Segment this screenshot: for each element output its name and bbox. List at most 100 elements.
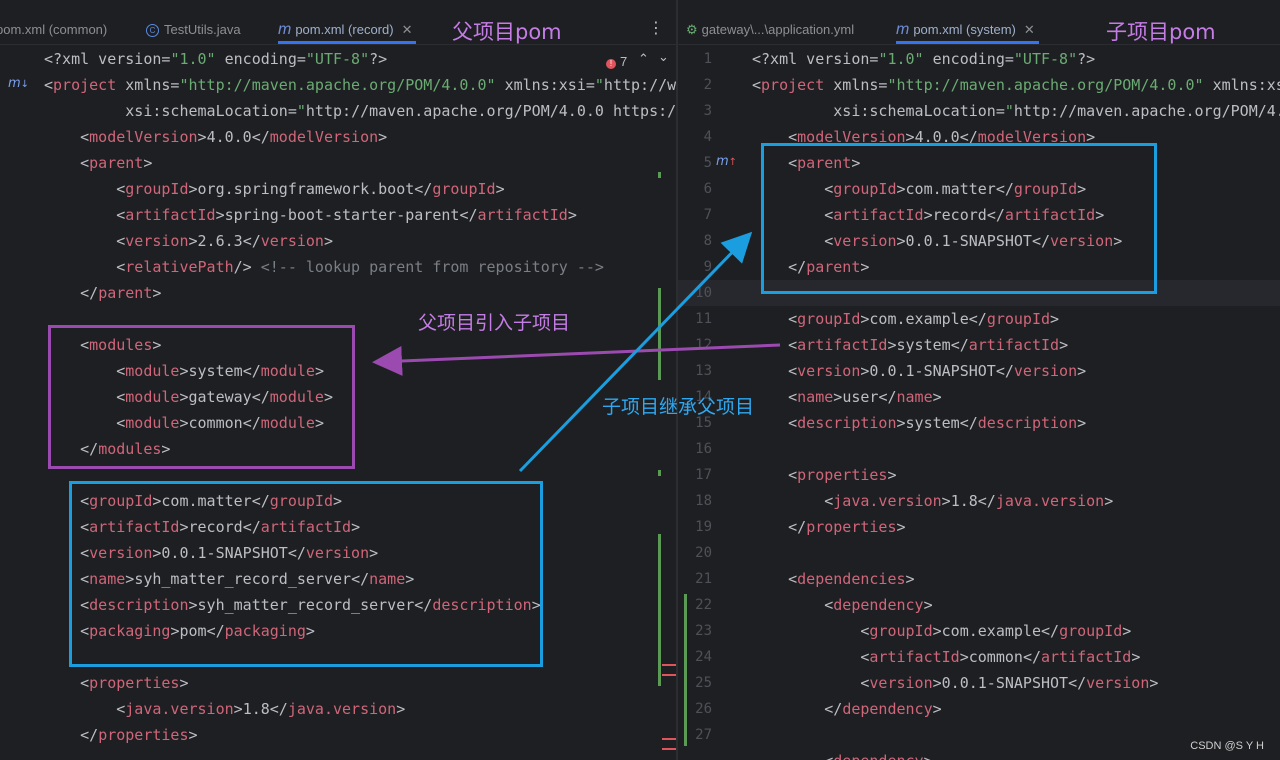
more-options-icon[interactable]: ⋮ bbox=[648, 18, 664, 37]
line-number: 19 bbox=[695, 519, 712, 535]
code-text: <java.version>1.8</java.version> bbox=[116, 700, 406, 718]
code-line[interactable]: 21 <dependencies> bbox=[678, 566, 1280, 592]
maven-parent-icon[interactable]: m↑ bbox=[716, 154, 737, 169]
line-number: 17 bbox=[695, 467, 712, 483]
line-number: 8 bbox=[703, 233, 712, 249]
tab-pom-common[interactable]: pom.xml (common) bbox=[0, 0, 107, 44]
maven-override-icon[interactable]: m↓ bbox=[8, 76, 29, 91]
code-line[interactable]: </parent> bbox=[0, 280, 676, 306]
right-tab-bar: ⚙ gateway\...\application.yml m pom.xml (s… bbox=[678, 0, 1280, 45]
line-number: 18 bbox=[695, 493, 712, 509]
code-text: <dependency> bbox=[824, 596, 933, 614]
code-line[interactable]: 15 <description>system</description> bbox=[678, 410, 1280, 436]
coordinates-highlight-box bbox=[69, 481, 543, 667]
line-number: 10 bbox=[695, 285, 712, 301]
close-icon[interactable]: ✕ bbox=[402, 22, 413, 37]
line-number: 20 bbox=[695, 545, 712, 561]
code-text: <?xml version="1.0" encoding="UTF-8"?> bbox=[752, 50, 1096, 68]
code-line[interactable]: 23 <groupId>com.example</groupId> bbox=[678, 618, 1280, 644]
java-class-icon: C bbox=[146, 24, 159, 37]
code-line[interactable]: 12 <artifactId>system</artifactId> bbox=[678, 332, 1280, 358]
change-marker bbox=[658, 470, 661, 476]
code-text: <groupId>com.example</groupId> bbox=[788, 310, 1060, 328]
change-marker bbox=[658, 288, 661, 380]
code-text: <?xml version="1.0" encoding="UTF-8"?> bbox=[44, 50, 388, 68]
left-tab-bar: pom.xml (common) C TestUtils.java m pom.xm… bbox=[0, 0, 676, 45]
code-line[interactable]: <artifactId>spring-boot-starter-parent</… bbox=[0, 202, 676, 228]
code-text: </properties> bbox=[788, 518, 906, 536]
chevron-up-icon[interactable]: ⌃ bbox=[638, 52, 649, 67]
tab-label: pom.xml (system) bbox=[913, 22, 1016, 37]
code-line[interactable]: 20 bbox=[678, 540, 1280, 566]
code-text: <version>0.0.1-SNAPSHOT</version> bbox=[788, 362, 1087, 380]
code-line[interactable]: 1 <?xml version="1.0" encoding="UTF-8"?> bbox=[678, 46, 1280, 72]
code-line[interactable]: 26 </dependency> bbox=[678, 696, 1280, 722]
right-pane-annotation-label: 子项目pom bbox=[1106, 20, 1216, 44]
code-line[interactable]: <groupId>org.springframework.boot</group… bbox=[0, 176, 676, 202]
code-text: xsi:schemaLocation="http://maven.apache.… bbox=[752, 102, 1280, 120]
code-line[interactable]: <java.version>1.8</java.version> bbox=[0, 696, 676, 722]
code-line[interactable]: <properties> bbox=[0, 670, 676, 696]
code-text: <groupId>com.example</groupId> bbox=[860, 622, 1132, 640]
line-number: 9 bbox=[703, 259, 712, 275]
tab-pom-system[interactable]: m pom.xml (system) ✕ bbox=[896, 0, 1039, 44]
tab-label: TestUtils.java bbox=[164, 22, 241, 37]
code-line[interactable]: 3 xsi:schemaLocation="http://maven.apach… bbox=[678, 98, 1280, 124]
code-line[interactable]: 16 bbox=[678, 436, 1280, 462]
code-line[interactable]: 2 <project xmlns="http://maven.apache.org… bbox=[678, 72, 1280, 98]
tab-application-yml[interactable]: ⚙ gateway\...\application.yml bbox=[686, 0, 854, 44]
line-number: 21 bbox=[695, 571, 712, 587]
code-line[interactable]: <project xmlns="http://maven.apache.org/… bbox=[0, 72, 676, 98]
error-stripe-mark[interactable] bbox=[662, 664, 676, 676]
annotation-child-inherits-parent: 子项目继承父项目 bbox=[602, 396, 755, 418]
code-text: </dependency> bbox=[824, 700, 942, 718]
tab-testutils-java[interactable]: C TestUtils.java bbox=[146, 0, 241, 44]
code-text: </parent> bbox=[80, 284, 162, 302]
code-line[interactable]: <version>2.6.3</version> bbox=[0, 228, 676, 254]
code-line[interactable]: 13 <version>0.0.1-SNAPSHOT</version> bbox=[678, 358, 1280, 384]
code-text: <name>user</name> bbox=[788, 388, 942, 406]
code-text: <artifactId>spring-boot-starter-parent</… bbox=[116, 206, 577, 224]
code-line[interactable]: 17 <properties> bbox=[678, 462, 1280, 488]
code-line[interactable]: 11 <groupId>com.example</groupId> bbox=[678, 306, 1280, 332]
code-line[interactable]: <relativePath/> <!-- lookup parent from … bbox=[0, 254, 676, 280]
line-number: 5 bbox=[703, 155, 712, 171]
code-text: <java.version>1.8</java.version> bbox=[824, 492, 1114, 510]
code-text: <modelVersion>4.0.0</modelVersion> bbox=[80, 128, 388, 146]
tab-label: gateway\...\application.yml bbox=[701, 22, 855, 37]
code-line[interactable]: <parent> bbox=[0, 150, 676, 176]
error-indicator[interactable]: ! 7 bbox=[606, 54, 627, 69]
right-editor-pane: ⚙ gateway\...\application.yml m pom.xml (s… bbox=[678, 0, 1280, 760]
code-line[interactable]: <modelVersion>4.0.0</modelVersion> bbox=[0, 124, 676, 150]
watermark: CSDN @S Y H bbox=[1190, 740, 1264, 752]
code-text: <artifactId>common</artifactId> bbox=[860, 648, 1141, 666]
code-text: xsi:schemaLocation="http://maven.apache.… bbox=[44, 102, 676, 120]
code-text: <properties> bbox=[80, 674, 189, 692]
code-text: <dependencies> bbox=[788, 570, 915, 588]
code-line[interactable]: 19 </properties> bbox=[678, 514, 1280, 540]
line-number: 7 bbox=[703, 207, 712, 223]
code-line[interactable]: 14 <name>user</name> bbox=[678, 384, 1280, 410]
change-marker bbox=[658, 172, 661, 178]
code-line[interactable]: <?xml version="1.0" encoding="UTF-8"?> bbox=[0, 46, 676, 72]
code-text: <parent> bbox=[80, 154, 153, 172]
close-icon[interactable]: ✕ bbox=[1024, 22, 1035, 37]
code-line[interactable]: 25 <version>0.0.1-SNAPSHOT</version> bbox=[678, 670, 1280, 696]
code-line[interactable]: 24 <artifactId>common</artifactId> bbox=[678, 644, 1280, 670]
chevron-down-icon[interactable]: ⌄ bbox=[658, 50, 669, 65]
tab-pom-record[interactable]: m pom.xml (record) ✕ bbox=[278, 0, 417, 44]
code-line[interactable]: </properties> bbox=[0, 722, 676, 748]
code-line[interactable]: 22 <dependency> bbox=[678, 592, 1280, 618]
line-number: 4 bbox=[703, 129, 712, 145]
annotation-parent-includes-children: 父项目引入子项目 bbox=[418, 312, 571, 334]
line-number: 16 bbox=[695, 441, 712, 457]
code-text: <version>0.0.1-SNAPSHOT</version> bbox=[860, 674, 1159, 692]
change-marker bbox=[684, 594, 687, 746]
code-line[interactable]: xsi:schemaLocation="http://maven.apache.… bbox=[0, 98, 676, 124]
tab-label: pom.xml (common) bbox=[0, 22, 108, 37]
change-marker bbox=[658, 534, 661, 686]
code-line[interactable]: 18 <java.version>1.8</java.version> bbox=[678, 488, 1280, 514]
code-text: <version>2.6.3</version> bbox=[116, 232, 333, 250]
error-stripe-mark[interactable] bbox=[662, 738, 676, 750]
code-text: <artifactId>system</artifactId> bbox=[788, 336, 1069, 354]
